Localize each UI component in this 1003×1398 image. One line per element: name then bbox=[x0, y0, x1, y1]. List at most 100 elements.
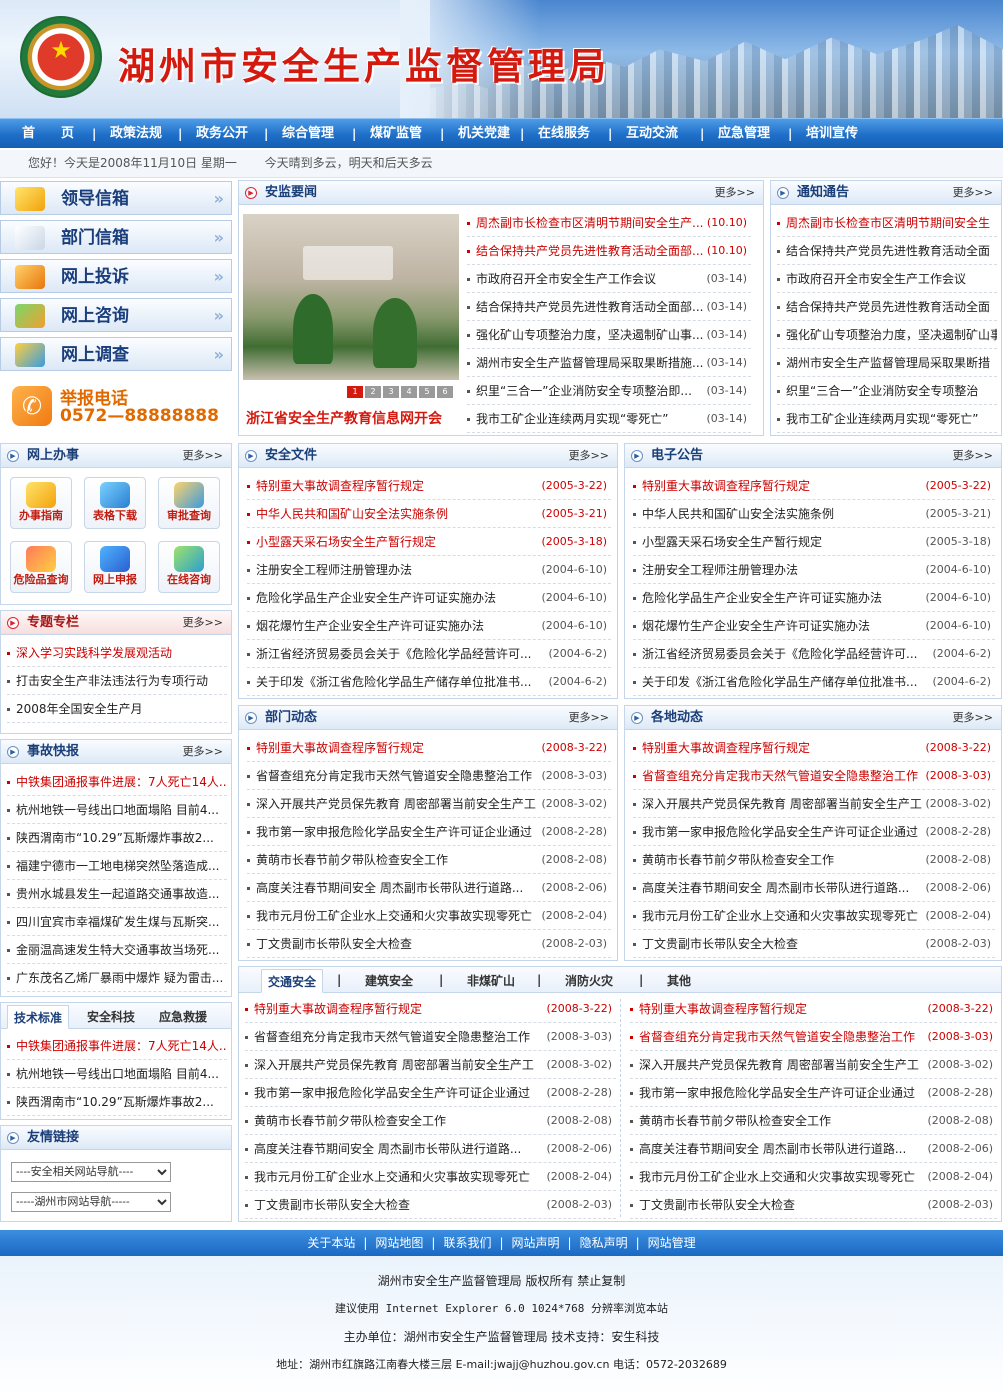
tab-safety-tech[interactable]: 安全科技 bbox=[87, 1005, 135, 1029]
category-item[interactable]: 黄萌市长春节前夕带队检查安全工作 (2008-2-08) bbox=[630, 1107, 997, 1135]
pager-3[interactable]: 4 bbox=[401, 386, 417, 398]
nav-item-8[interactable]: 应急管理 bbox=[718, 119, 770, 149]
category-item[interactable]: 深入开展共产党员保先教育 周密部署当前安全生产工 (2008-3-02) bbox=[630, 1051, 997, 1079]
local-news-more[interactable]: 更多>> bbox=[953, 706, 993, 730]
local-news-item[interactable]: 我市元月份工矿企业水上交通和火灾事故实现零死亡 (2008-2-04) bbox=[633, 902, 995, 930]
e-notice-item[interactable]: 特别重大事故调查程序暂行规定 (2005-3-22) bbox=[633, 472, 995, 500]
city-sites-select[interactable]: -----湖州市网站导航----- bbox=[11, 1192, 171, 1212]
nav-item-1[interactable]: 政策法规 bbox=[110, 119, 162, 149]
nav-item-2[interactable]: 政务公开 bbox=[196, 119, 248, 149]
dept-news-item[interactable]: 省督查组充分肯定我市天然气管道安全隐患整治工作 (2008-3-03) bbox=[247, 762, 611, 790]
pager-4[interactable]: 5 bbox=[419, 386, 435, 398]
local-news-item[interactable]: 省督查组充分肯定我市天然气管道安全隐患整治工作 (2008-3-03) bbox=[633, 762, 995, 790]
news-item[interactable]: 市政府召开全市安全生产工作会议 (03-14) bbox=[467, 265, 751, 293]
footer-link-5[interactable]: 网站管理 bbox=[648, 1236, 696, 1250]
tab-tech-standard[interactable]: 技术标准 bbox=[7, 1005, 70, 1029]
news-item[interactable]: 周杰副市长检查市区清明节期间安全生产... (10.10) bbox=[467, 209, 751, 237]
dept-news-more[interactable]: 更多>> bbox=[569, 706, 609, 730]
doc-item[interactable]: 注册安全工程师注册管理办法 (2004-6-10) bbox=[247, 556, 611, 584]
special-item[interactable]: 深入学习实践科学发展观活动 bbox=[7, 639, 227, 667]
nav-item-9[interactable]: 培训宣传 bbox=[806, 119, 858, 149]
service-4[interactable]: 网上申报 bbox=[84, 541, 146, 593]
accident-item[interactable]: 杭州地铁一号线出口地面塌陷 目前4... bbox=[7, 796, 227, 824]
category-item[interactable]: 丁文贵副市长带队安全大检查 (2008-2-03) bbox=[630, 1191, 997, 1219]
tech-item[interactable]: 陕西渭南市“10.29”瓦斯爆炸事故2... bbox=[7, 1088, 227, 1116]
news-item[interactable]: 湖州市安全生产监督管理局采取果断措施... (03-14) bbox=[467, 349, 751, 377]
nav-item-6[interactable]: 在线服务 bbox=[538, 119, 590, 149]
dept-news-item[interactable]: 黄萌市长春节前夕带队检查安全工作 (2008-2-08) bbox=[247, 846, 611, 874]
accident-item[interactable]: 广东茂名乙烯厂暴雨中爆炸 疑为雷击... bbox=[7, 964, 227, 992]
pager-0[interactable]: 1 bbox=[347, 386, 363, 398]
news-item[interactable]: 结合保持共产党员先进性教育活动全面部... (03-14) bbox=[467, 293, 751, 321]
doc-item[interactable]: 烟花爆竹生产企业安全生产许可证实施办法 (2004-6-10) bbox=[247, 612, 611, 640]
category-item[interactable]: 深入开展共产党员保先教育 周密部署当前安全生产工 (2008-3-02) bbox=[245, 1051, 616, 1079]
dept-news-item[interactable]: 丁文贵副市长带队安全大检查 (2008-2-03) bbox=[247, 930, 611, 958]
mailbox-button-3[interactable]: 网上咨询 » bbox=[0, 298, 232, 332]
accident-item[interactable]: 中铁集团通报事件进展：7人死亡14人... bbox=[7, 768, 227, 796]
pager-2[interactable]: 3 bbox=[383, 386, 399, 398]
accident-item[interactable]: 陕西渭南市“10.29”瓦斯爆炸事故2... bbox=[7, 824, 227, 852]
dept-news-item[interactable]: 我市元月份工矿企业水上交通和火灾事故实现零死亡 (2008-2-04) bbox=[247, 902, 611, 930]
tab-emergency[interactable]: 应急救援 bbox=[159, 1005, 207, 1029]
e-notice-item[interactable]: 关于印发《浙江省危险化学品生产储存单位批准书... (2004-6-2) bbox=[633, 668, 995, 696]
notice-item[interactable]: 结合保持共产党员先进性教育活动全面 bbox=[777, 293, 997, 321]
e-notice-item[interactable]: 烟花爆竹生产企业安全生产许可证实施办法 (2004-6-10) bbox=[633, 612, 995, 640]
accident-more[interactable]: 更多>> bbox=[183, 740, 223, 764]
special-item[interactable]: 2008年全国安全生产月 bbox=[7, 695, 227, 723]
news-photo[interactable] bbox=[243, 214, 459, 380]
service-1[interactable]: 表格下载 bbox=[84, 477, 146, 529]
news-more[interactable]: 更多>> bbox=[715, 181, 755, 205]
safety-sites-select[interactable]: ----安全相关网站导航---- bbox=[11, 1162, 171, 1182]
category-item[interactable]: 特别重大事故调查程序暂行规定 (2008-3-22) bbox=[630, 995, 997, 1023]
category-item[interactable]: 高度关注春节期间安全 周杰副市长带队进行道路... (2008-2-06) bbox=[630, 1135, 997, 1163]
accident-item[interactable]: 福建宁德市一工地电梯突然坠落造成... bbox=[7, 852, 227, 880]
safety-docs-more[interactable]: 更多>> bbox=[569, 444, 609, 468]
footer-link-1[interactable]: 网站地图 bbox=[375, 1236, 423, 1250]
mailbox-button-2[interactable]: 网上投诉 » bbox=[0, 259, 232, 293]
special-item[interactable]: 打击安全生产非法违法行为专项行动 bbox=[7, 667, 227, 695]
footer-link-0[interactable]: 关于本站 bbox=[307, 1236, 355, 1250]
footer-link-4[interactable]: 隐私声明 bbox=[580, 1236, 628, 1250]
notice-item[interactable]: 湖州市安全生产监督管理局采取果断措 bbox=[777, 349, 997, 377]
photo-caption[interactable]: 浙江省安全生产教育信息网开会 bbox=[246, 408, 442, 428]
mailbox-button-4[interactable]: 网上调查 » bbox=[0, 337, 232, 371]
notice-item[interactable]: 市政府召开全市安全生产工作会议 bbox=[777, 265, 997, 293]
dept-news-item[interactable]: 特别重大事故调查程序暂行规定 (2008-3-22) bbox=[247, 734, 611, 762]
category-item[interactable]: 丁文贵副市长带队安全大检查 (2008-2-03) bbox=[245, 1191, 616, 1219]
pager-5[interactable]: 6 bbox=[437, 386, 453, 398]
local-news-item[interactable]: 深入开展共产党员保先教育 周密部署当前安全生产工 (2008-3-02) bbox=[633, 790, 995, 818]
e-notice-item[interactable]: 中华人民共和国矿山安全法实施条例 (2005-3-21) bbox=[633, 500, 995, 528]
category-item[interactable]: 省督查组充分肯定我市天然气管道安全隐患整治工作 (2008-3-03) bbox=[630, 1023, 997, 1051]
footer-link-3[interactable]: 网站声明 bbox=[512, 1236, 560, 1250]
notice-item[interactable]: 强化矿山专项整治力度，坚决遏制矿山事 bbox=[777, 321, 997, 349]
category-item[interactable]: 我市第一家申报危险化学品安全生产许可证企业通过 (2008-2-28) bbox=[630, 1079, 997, 1107]
local-news-item[interactable]: 我市第一家申报危险化学品安全生产许可证企业通过 (2008-2-28) bbox=[633, 818, 995, 846]
notice-item[interactable]: 我市工矿企业连续两月实现“零死亡” bbox=[777, 405, 997, 433]
doc-item[interactable]: 浙江省经济贸易委员会关于《危险化学品经营许可... (2004-6-2) bbox=[247, 640, 611, 668]
notice-item[interactable]: 织里“三合一”企业消防安全专项整治 bbox=[777, 377, 997, 405]
nav-item-4[interactable]: 煤矿监管 bbox=[370, 119, 422, 149]
nav-item-3[interactable]: 综合管理 bbox=[282, 119, 334, 149]
e-notice-item[interactable]: 浙江省经济贸易委员会关于《危险化学品经营许可... (2004-6-2) bbox=[633, 640, 995, 668]
accident-item[interactable]: 四川宜宾市幸福煤矿发生煤与瓦斯突... bbox=[7, 908, 227, 936]
nav-item-0[interactable]: 首 页 bbox=[22, 119, 74, 149]
e-notice-item[interactable]: 注册安全工程师注册管理办法 (2004-6-10) bbox=[633, 556, 995, 584]
notice-item[interactable]: 周杰副市长检查市区清明节期间安全生 bbox=[777, 209, 997, 237]
doc-item[interactable]: 危险化学品生产企业安全生产许可证实施办法 (2004-6-10) bbox=[247, 584, 611, 612]
footer-link-2[interactable]: 联系我们 bbox=[443, 1236, 491, 1250]
local-news-item[interactable]: 丁文贵副市长带队安全大检查 (2008-2-03) bbox=[633, 930, 995, 958]
category-item[interactable]: 我市元月份工矿企业水上交通和火灾事故实现零死亡 (2008-2-04) bbox=[630, 1163, 997, 1191]
service-3[interactable]: 危险品查询 bbox=[10, 541, 72, 593]
category-item[interactable]: 省督查组充分肯定我市天然气管道安全隐患整治工作 (2008-3-03) bbox=[245, 1023, 616, 1051]
tech-item[interactable]: 中铁集团通报事件进展：7人死亡14人... bbox=[7, 1032, 227, 1060]
category-item[interactable]: 黄萌市长春节前夕带队检查安全工作 (2008-2-08) bbox=[245, 1107, 616, 1135]
service-5[interactable]: 在线咨询 bbox=[158, 541, 220, 593]
category-item[interactable]: 特别重大事故调查程序暂行规定 (2008-3-22) bbox=[245, 995, 616, 1023]
e-notice-more[interactable]: 更多>> bbox=[953, 444, 993, 468]
news-item[interactable]: 强化矿山专项整治力度，坚决遏制矿山事... (03-14) bbox=[467, 321, 751, 349]
service-0[interactable]: 办事指南 bbox=[10, 477, 72, 529]
news-item[interactable]: 织里“三合一”企业消防安全专项整治即... (03-14) bbox=[467, 377, 751, 405]
category-item[interactable]: 我市第一家申报危险化学品安全生产许可证企业通过 (2008-2-28) bbox=[245, 1079, 616, 1107]
dept-news-item[interactable]: 深入开展共产党员保先教育 周密部署当前安全生产工 (2008-3-02) bbox=[247, 790, 611, 818]
notice-more[interactable]: 更多>> bbox=[953, 181, 993, 205]
